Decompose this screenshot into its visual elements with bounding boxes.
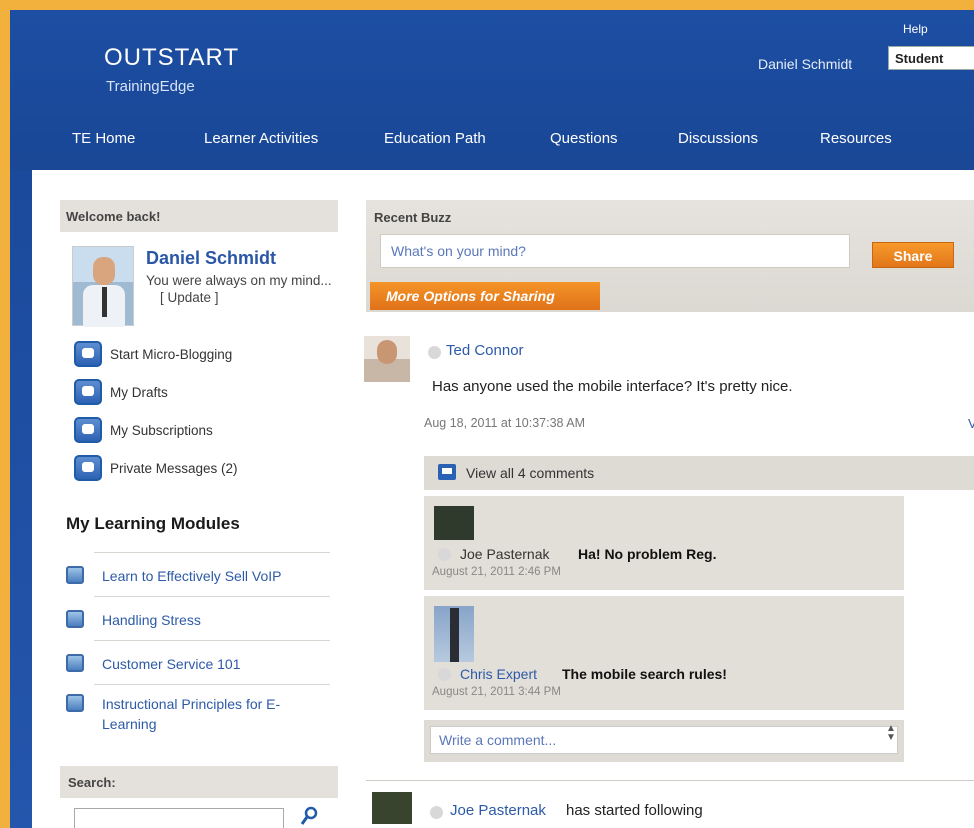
presence-bubble-icon bbox=[438, 548, 451, 561]
main-content: Welcome back! Daniel Schmidt You were al… bbox=[32, 170, 974, 828]
search-input[interactable] bbox=[74, 808, 284, 828]
share-button[interactable]: Share bbox=[872, 242, 954, 268]
menu-label: My Subscriptions bbox=[110, 422, 213, 438]
nav-resources[interactable]: Resources bbox=[820, 130, 892, 147]
comment-timestamp: August 21, 2011 3:44 PM bbox=[432, 686, 561, 698]
comment-author[interactable]: Joe Pasternak bbox=[460, 546, 550, 562]
menu-label: My Drafts bbox=[110, 384, 168, 400]
comment-author[interactable]: Chris Expert bbox=[460, 666, 537, 682]
search-heading: Search: bbox=[60, 766, 338, 798]
app-logo-subtitle: TrainingEdge bbox=[106, 78, 195, 95]
profile-name[interactable]: Daniel Schmidt bbox=[146, 248, 276, 269]
presence-bubble-icon bbox=[438, 668, 451, 681]
menu-start-micro-blogging[interactable]: Start Micro-Blogging bbox=[74, 340, 232, 368]
feed-divider bbox=[366, 780, 974, 781]
module-divider bbox=[94, 640, 330, 641]
avatar-head-shape bbox=[93, 257, 115, 285]
activity-author-avatar[interactable] bbox=[372, 792, 412, 824]
update-status-link[interactable]: [ Update ] bbox=[160, 290, 219, 305]
post-text: Has anyone used the mobile interface? It… bbox=[432, 378, 793, 395]
comment-author-avatar[interactable] bbox=[434, 506, 474, 540]
menu-my-drafts[interactable]: My Drafts bbox=[74, 378, 168, 406]
activity-author-link[interactable]: Joe Pasternak bbox=[450, 802, 546, 819]
post-timestamp: Aug 18, 2011 at 10:37:38 AM bbox=[424, 416, 586, 430]
comment-timestamp: August 21, 2011 2:46 PM bbox=[432, 566, 561, 578]
nav-learner-activities[interactable]: Learner Activities bbox=[204, 130, 318, 147]
left-decor-strip bbox=[10, 170, 32, 828]
nav-discussions[interactable]: Discussions bbox=[678, 130, 758, 147]
menu-label: Private Messages (2) bbox=[110, 460, 238, 476]
nav-education-path[interactable]: Education Path bbox=[384, 130, 486, 147]
comment-text: Ha! No problem Reg. bbox=[578, 546, 717, 562]
module-link[interactable]: Handling Stress bbox=[102, 610, 334, 630]
modules-heading: My Learning Modules bbox=[66, 514, 240, 533]
module-divider bbox=[94, 552, 330, 553]
help-link[interactable]: Help bbox=[903, 22, 928, 36]
post-author-avatar[interactable] bbox=[364, 336, 410, 382]
post-author-link[interactable]: Ted Connor bbox=[446, 342, 524, 359]
resize-stepper-icon[interactable]: ▲ ▼ bbox=[886, 724, 896, 743]
recent-buzz-heading: Recent Buzz bbox=[374, 210, 452, 225]
menu-private-messages[interactable]: Private Messages (2) bbox=[74, 454, 238, 482]
module-icon bbox=[66, 566, 84, 584]
module-divider bbox=[94, 684, 330, 685]
view-all-comments-link[interactable]: View all 4 comments bbox=[466, 465, 594, 481]
module-icon bbox=[66, 610, 84, 628]
module-divider bbox=[94, 596, 330, 597]
comment-author-avatar[interactable] bbox=[434, 606, 474, 662]
comments-icon bbox=[438, 464, 456, 480]
nav-questions[interactable]: Questions bbox=[550, 130, 618, 147]
drafts-icon bbox=[74, 379, 102, 405]
post-view-link[interactable]: V bbox=[968, 416, 974, 431]
module-link[interactable]: Customer Service 101 bbox=[102, 654, 334, 674]
presence-bubble-icon bbox=[430, 806, 443, 819]
avatar-face-shape bbox=[377, 340, 397, 364]
welcome-heading: Welcome back! bbox=[60, 200, 338, 232]
presence-bubble-icon bbox=[428, 346, 441, 359]
search-icon[interactable] bbox=[300, 806, 318, 828]
comment-text: The mobile search rules! bbox=[562, 666, 727, 682]
view-all-comments-bar[interactable]: View all 4 comments bbox=[424, 456, 974, 490]
module-link[interactable]: Instructional Principles for E-Learning bbox=[102, 694, 334, 734]
write-comment-area: Write a comment... ▲ ▼ bbox=[424, 720, 904, 762]
role-select[interactable]: Student bbox=[888, 46, 974, 70]
menu-label: Start Micro-Blogging bbox=[110, 346, 233, 362]
microblog-icon bbox=[74, 341, 102, 367]
comment-item: Chris Expert The mobile search rules! Au… bbox=[424, 596, 904, 710]
module-icon bbox=[66, 654, 84, 672]
profile-status: You were always on my mind... [ Update ] bbox=[146, 272, 336, 306]
current-user-name: Daniel Schmidt bbox=[758, 56, 853, 72]
menu-my-subscriptions[interactable]: My Subscriptions bbox=[74, 416, 213, 444]
status-input[interactable]: What's on your mind? bbox=[380, 234, 850, 268]
write-comment-input[interactable]: Write a comment... bbox=[430, 726, 898, 754]
messages-icon bbox=[74, 455, 102, 481]
module-link[interactable]: Learn to Effectively Sell VoIP bbox=[102, 566, 334, 586]
more-sharing-options-button[interactable]: More Options for Sharing bbox=[370, 282, 600, 310]
page-frame: OUTSTART TrainingEdge Help Daniel Schmid… bbox=[0, 0, 974, 828]
profile-avatar[interactable] bbox=[72, 246, 134, 327]
subscriptions-icon bbox=[74, 417, 102, 443]
app-logo[interactable]: OUTSTART bbox=[104, 44, 239, 72]
activity-action-text: has started following bbox=[566, 802, 703, 819]
module-icon bbox=[66, 694, 84, 712]
avatar-tie-shape bbox=[102, 287, 107, 317]
nav-te-home[interactable]: TE Home bbox=[72, 130, 135, 147]
comment-item: Joe Pasternak Ha! No problem Reg. August… bbox=[424, 496, 904, 590]
profile-status-text: You were always on my mind... bbox=[146, 273, 332, 288]
header-bar: OUTSTART TrainingEdge Help Daniel Schmid… bbox=[10, 10, 974, 170]
recent-buzz-panel: Recent Buzz What's on your mind? Share M… bbox=[366, 200, 974, 312]
